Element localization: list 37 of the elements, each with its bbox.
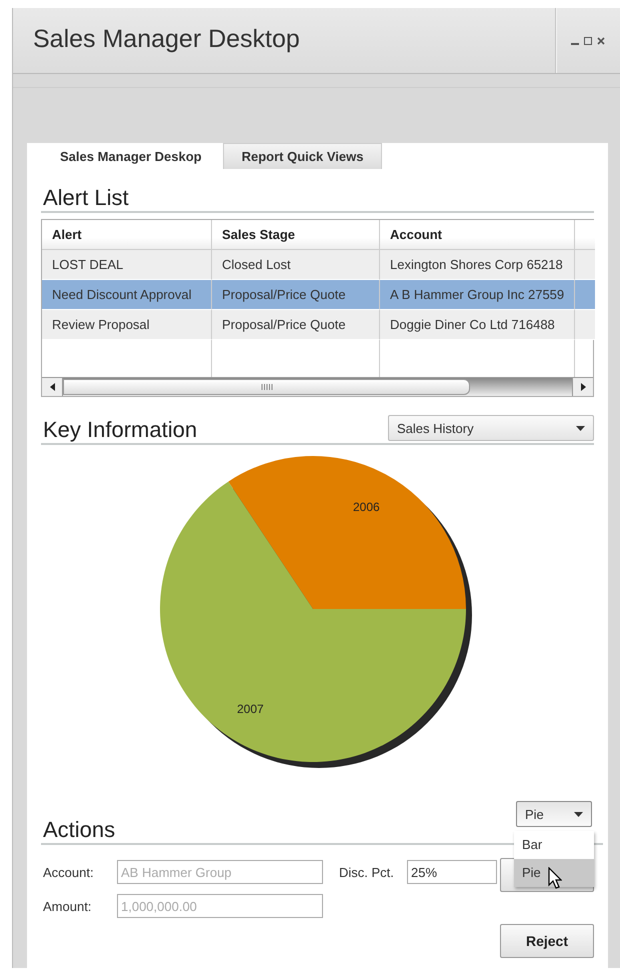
scroll-right-icon[interactable] [580, 383, 586, 391]
field-label: Account: [42, 864, 95, 880]
close-icon[interactable] [597, 36, 605, 44]
reject-button[interactable]: Reject [500, 924, 594, 958]
table-cell[interactable]: Doggie Diner Co Ltd 716488 [380, 310, 575, 340]
slice-label: 2007 [236, 702, 264, 716]
column-header [575, 220, 595, 250]
slice-label: 2006 [352, 500, 380, 514]
table-cell[interactable] [575, 310, 595, 340]
scroll-left-icon[interactable] [50, 383, 54, 391]
field-label: Disc. Pct. [338, 864, 395, 880]
table-cell[interactable]: Proposal/Price Quote [212, 310, 380, 340]
mouse-pointer-icon [548, 867, 562, 889]
chart-type-dropdown[interactable]: Pie [516, 801, 592, 827]
menu-option[interactable]: Bar [514, 831, 594, 859]
table-cell[interactable] [575, 250, 595, 280]
window-title: Sales Manager Desktop [32, 24, 301, 55]
section-heading: Key Information [42, 417, 198, 443]
caret-icon [574, 812, 583, 816]
horizontal-scrollbar[interactable] [42, 377, 593, 396]
table-cell[interactable]: Review Proposal [42, 310, 212, 340]
view-dropdown[interactable]: Sales History [388, 415, 594, 441]
input-field[interactable]: 25% [407, 860, 497, 884]
maximize-icon[interactable] [584, 36, 592, 44]
table-cell[interactable] [575, 280, 595, 310]
table-cell[interactable]: Lexington Shores Corp 65218 [380, 250, 575, 280]
section-heading: Alert List [41, 185, 594, 213]
table-cell[interactable]: LOST DEAL [42, 250, 212, 280]
table-cell[interactable]: A B Hammer Group Inc 27559 [380, 280, 575, 310]
grip-icon [260, 384, 272, 390]
table-cell[interactable]: Need Discount Approval [42, 280, 212, 310]
table-cell[interactable]: Proposal/Price Quote [212, 280, 380, 310]
field-label: Amount: [42, 898, 92, 914]
table-cell[interactable]: Closed Lost [212, 250, 380, 280]
tab[interactable]: Report Quick Views [222, 143, 382, 169]
menu-option[interactable]: Pie [514, 859, 594, 887]
caret-icon [576, 426, 585, 430]
